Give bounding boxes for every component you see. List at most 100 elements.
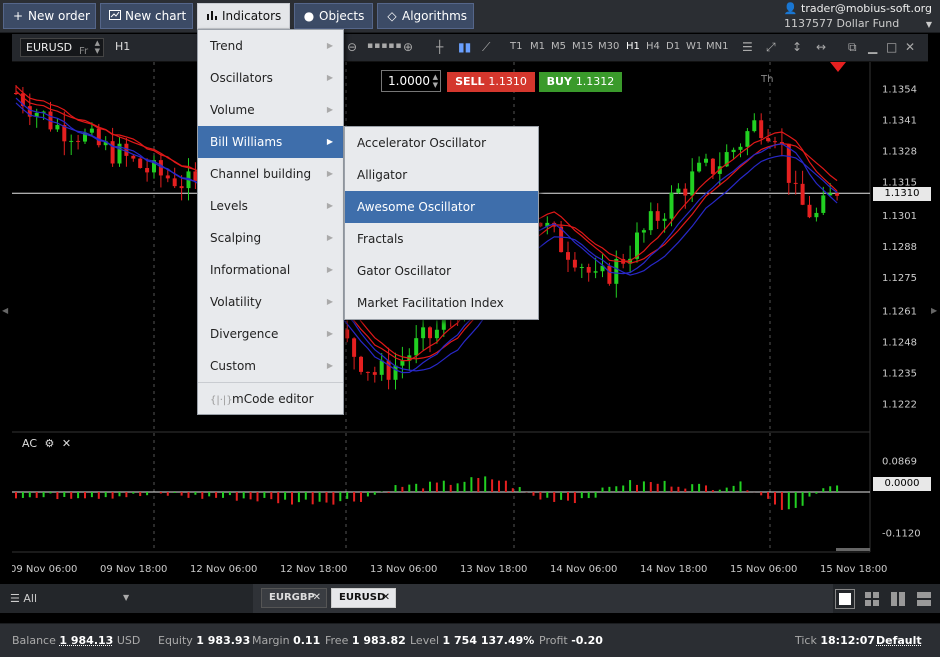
indicators-menu-item-levels[interactable]: Levels ▶ xyxy=(198,190,343,222)
minimize-icon[interactable]: ▁ xyxy=(868,40,877,54)
zoom-in-icon[interactable]: ⊕ xyxy=(403,40,413,54)
indicators-menu-item-bill-williams[interactable]: Bill Williams ▶ xyxy=(198,126,343,158)
layout-columns-button[interactable] xyxy=(889,590,907,608)
popout-icon[interactable]: ⧉ xyxy=(848,40,857,55)
candle-body xyxy=(538,222,543,227)
candle-body xyxy=(593,271,598,273)
tf-h1[interactable]: H1 xyxy=(626,41,640,52)
indicator-close-icon[interactable]: ✕ xyxy=(62,437,71,450)
account-dropdown-icon[interactable]: ▼ xyxy=(926,17,932,32)
candle-body xyxy=(89,128,94,133)
candle-body xyxy=(572,259,577,268)
filter-dropdown-icon[interactable]: ▼ xyxy=(123,593,129,602)
layout-rows-button[interactable] xyxy=(915,590,933,608)
indicator-settings-icon[interactable]: ⚙ xyxy=(45,437,55,450)
tab-close-icon[interactable]: ✕ xyxy=(382,589,390,607)
tf-d1[interactable]: D1 xyxy=(666,41,680,52)
indicator-name: AC xyxy=(22,437,38,450)
tab-close-icon[interactable]: ✕ xyxy=(313,589,321,607)
tf-mn1[interactable]: MN1 xyxy=(706,41,728,52)
bill-williams-item-fractals[interactable]: Fractals xyxy=(345,223,538,255)
left-panel-arrow-icon[interactable]: ◀ xyxy=(2,306,8,315)
indicators-menu-item-channel-building[interactable]: Channel building ▶ xyxy=(198,158,343,190)
indicators-button[interactable]: Indicators xyxy=(197,3,290,29)
balance: Balance 1 984.13 USD xyxy=(12,634,141,647)
list-icon: ☰ xyxy=(10,592,20,605)
objects-button[interactable]: ● Objects xyxy=(294,3,373,29)
tf-t1[interactable]: T1 xyxy=(510,41,522,52)
zoom-out-icon[interactable]: ⊖ xyxy=(347,40,357,54)
account-info[interactable]: 👤 trader@mobius-soft.org 1137577 Dollar … xyxy=(782,1,932,31)
bill-williams-item-accelerator-oscillator[interactable]: Accelerator Oscillator xyxy=(345,127,538,159)
candle-body xyxy=(614,258,619,284)
candle-body xyxy=(579,267,584,269)
indicators-menu-item-oscillators[interactable]: Oscillators ▶ xyxy=(198,62,343,94)
indicators-menu-item-divergence[interactable]: Divergence ▶ xyxy=(198,318,343,350)
right-panel-arrow-icon[interactable]: ▶ xyxy=(931,306,937,315)
day-label-th: Th xyxy=(761,74,774,85)
candle-body xyxy=(76,140,81,142)
bill-williams-item-alligator[interactable]: Alligator xyxy=(345,159,538,191)
submenu-arrow-icon: ▶ xyxy=(326,233,333,242)
candle-body xyxy=(738,146,743,150)
time-tick-label: 15 Nov 18:00 xyxy=(820,564,887,575)
tab-eurusd[interactable]: EURUSD ✕ xyxy=(331,588,396,608)
candle-body xyxy=(697,162,702,172)
tf-w1[interactable]: W1 xyxy=(686,41,702,52)
candle-body xyxy=(814,212,819,218)
bill-williams-item-gator-oscillator[interactable]: Gator Oscillator xyxy=(345,255,538,287)
layout-grid-button[interactable] xyxy=(863,590,881,608)
plus-icon: + xyxy=(12,9,24,23)
tf-m15[interactable]: M15 xyxy=(572,41,593,52)
indicators-menu-item-volatility[interactable]: Volatility ▶ xyxy=(198,286,343,318)
close-icon[interactable]: ✕ xyxy=(905,40,915,54)
sell-button[interactable]: SELL 1.1310 xyxy=(447,72,535,92)
chart-toolbar: EURUSD ▲ ▼ H1 ⊖ ▪▪▪▪▪ ⊕ ┼ ▮▮ ⟋ T1 M1 M5 M… xyxy=(12,34,928,62)
tf-m1[interactable]: M1 xyxy=(530,41,545,52)
bill-williams-item-awesome-oscillator[interactable]: Awesome Oscillator xyxy=(345,191,538,223)
submenu-arrow-icon: ▶ xyxy=(326,73,333,82)
symbol-select[interactable]: EURUSD ▲ ▼ xyxy=(20,38,104,57)
indicators-menu-item-informational[interactable]: Informational ▶ xyxy=(198,254,343,286)
vertical-scale-icon[interactable]: ↕ xyxy=(792,40,802,54)
current-timeframe: H1 xyxy=(115,40,131,53)
indicators-menu-item-volume[interactable]: Volume ▶ xyxy=(198,94,343,126)
tf-h4[interactable]: H4 xyxy=(646,41,660,52)
tab-eurgbp[interactable]: EURGBP ✕ xyxy=(261,588,327,608)
trade-quantity-input[interactable]: 1.0000 ▲ ▼ xyxy=(381,70,441,92)
buy-button[interactable]: BUY 1.1312 xyxy=(539,72,622,92)
account-fund: Dollar Fund xyxy=(836,17,900,30)
indicators-menu-item-trend[interactable]: Trend ▶ xyxy=(198,30,343,62)
new-order-button[interactable]: + New order xyxy=(3,3,96,29)
bill-williams-item-market-facilitation-index[interactable]: Market Facilitation Index xyxy=(345,287,538,319)
margin: Margin 0.11 xyxy=(252,634,321,647)
indicators-menu-item-custom[interactable]: Custom ▶ xyxy=(198,350,343,382)
tick-mode-link[interactable]: Default xyxy=(876,634,922,647)
settings-list-icon[interactable]: ☰ xyxy=(742,40,753,54)
bar-type-icon[interactable]: ┼ xyxy=(436,40,443,54)
horizontal-scale-icon[interactable]: ↔ xyxy=(816,40,826,54)
line-chart-icon[interactable]: ⟋ xyxy=(482,40,490,55)
zoom-slider[interactable]: ▪▪▪▪▪ xyxy=(367,41,403,51)
price-tick-label: 1.1354 xyxy=(882,84,917,95)
stepper-icon[interactable]: ▲ ▼ xyxy=(433,73,438,89)
price-tick-label: 1.1301 xyxy=(882,211,917,222)
candle-body xyxy=(379,360,384,375)
layout-single-button[interactable] xyxy=(835,589,855,609)
tf-m5[interactable]: M5 xyxy=(551,41,566,52)
candles-icon[interactable]: ▮▮ xyxy=(458,40,471,54)
account-number: 1137577 xyxy=(784,17,833,30)
stepper-icon: ▲ ▼ xyxy=(94,39,100,55)
account-status-bar: Balance 1 984.13 USD Equity 1 983.93 Mar… xyxy=(0,623,940,657)
expand-icon[interactable]: ⤢ xyxy=(766,40,776,55)
new-chart-button[interactable]: New chart xyxy=(100,3,193,29)
candle-body xyxy=(641,230,646,233)
algorithms-button[interactable]: ◇ Algorithms xyxy=(377,3,474,29)
maximize-icon[interactable]: □ xyxy=(886,40,897,54)
filter-select[interactable]: ☰ All xyxy=(10,592,37,605)
main-toolbar: + New order New chart Indicators ● Objects… xyxy=(0,0,940,33)
indicators-menu-item-scalping[interactable]: Scalping ▶ xyxy=(198,222,343,254)
mcode-editor-item[interactable]: {|·|}mCode editor xyxy=(198,382,343,414)
submenu-arrow-icon: ▶ xyxy=(326,201,333,210)
tf-m30[interactable]: M30 xyxy=(598,41,619,52)
